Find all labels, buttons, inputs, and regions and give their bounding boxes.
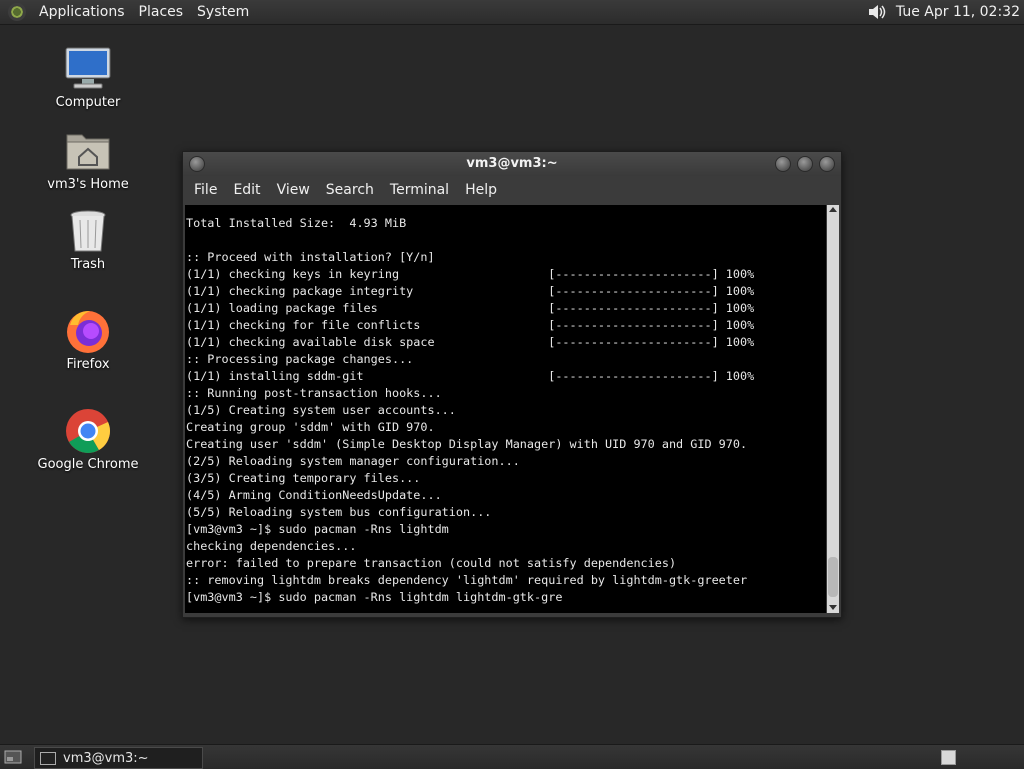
desktop-icon-label: Google Chrome	[37, 457, 139, 472]
desktop-icon-chrome[interactable]: Google Chrome	[33, 407, 143, 472]
chrome-icon	[64, 407, 112, 455]
firefox-icon	[64, 307, 112, 355]
trash-icon	[64, 207, 112, 255]
volume-icon[interactable]	[866, 2, 888, 22]
taskbar-item-terminal[interactable]: vm3@vm3:~	[34, 747, 203, 769]
desktop-icon-home[interactable]: vm3's Home	[33, 127, 143, 192]
terminal-line: (1/5) Creating system user accounts...	[186, 403, 456, 417]
terminal-line: :: Processing package changes...	[186, 352, 414, 366]
terminal-window: vm3@vm3:~ File Edit View Search Terminal…	[182, 151, 842, 618]
terminal-line: Creating user 'sddm' (Simple Desktop Dis…	[186, 437, 748, 451]
terminal-line: (1/1) checking for file conflicts [-----…	[186, 318, 755, 332]
desktop-icon-label: Firefox	[66, 357, 110, 372]
terminal-line: :: Running post-transaction hooks...	[186, 386, 442, 400]
window-menubar: File Edit View Search Terminal Help	[183, 176, 841, 204]
menu-file[interactable]: File	[186, 182, 225, 198]
clock[interactable]: Tue Apr 11, 02:32	[896, 4, 1020, 20]
minimize-button[interactable]	[775, 156, 791, 172]
scroll-down-arrow-icon[interactable]	[829, 605, 837, 610]
terminal-line: (2/5) Reloading system manager configura…	[186, 454, 520, 468]
scrollbar-thumb[interactable]	[828, 557, 838, 597]
desktop-icon-label: vm3's Home	[47, 177, 129, 192]
menu-terminal[interactable]: Terminal	[382, 182, 457, 198]
panel-tray: Tue Apr 11, 02:32	[866, 0, 1020, 24]
terminal-line: error: failed to prepare transaction (co…	[186, 556, 677, 570]
menu-search[interactable]: Search	[318, 182, 382, 198]
terminal-line: (1/1) checking available disk space [---…	[186, 335, 755, 349]
menu-help[interactable]: Help	[457, 182, 505, 198]
terminal-line: (4/5) Arming ConditionNeedsUpdate...	[186, 488, 442, 502]
menu-view[interactable]: View	[269, 182, 318, 198]
terminal-line: Total Installed Size: 4.93 MiB	[186, 216, 407, 230]
terminal-line: (1/1) installing sddm-git [-------------…	[186, 369, 755, 383]
terminal-line: (5/5) Reloading system bus configuration…	[186, 505, 492, 519]
window-titlebar[interactable]: vm3@vm3:~	[183, 152, 841, 176]
menu-system[interactable]: System	[190, 4, 256, 20]
home-folder-icon	[64, 127, 112, 175]
show-desktop-icon[interactable]	[4, 749, 22, 765]
menu-edit[interactable]: Edit	[225, 182, 268, 198]
terminal-line: (1/1) checking keys in keyring [--------…	[186, 267, 755, 281]
workspace-switcher[interactable]	[941, 750, 956, 765]
top-panel: Applications Places System Tue Apr 11, 0…	[0, 0, 1024, 25]
desktop-icon-firefox[interactable]: Firefox	[33, 307, 143, 372]
window-title: vm3@vm3:~	[466, 156, 558, 171]
terminal-line: [vm3@vm3 ~]$ sudo pacman -Rns lightdm	[186, 522, 449, 536]
terminal-line: :: Proceed with installation? [Y/n]	[186, 250, 435, 264]
terminal-line: (1/1) loading package files [-----------…	[186, 301, 755, 315]
terminal-icon	[40, 751, 56, 765]
bottom-panel: vm3@vm3:~	[0, 744, 1024, 769]
computer-icon	[64, 45, 112, 93]
desktop-icon-label: Computer	[55, 95, 121, 110]
distro-logo-icon[interactable]	[8, 3, 26, 21]
desktop-icon-computer[interactable]: Computer	[33, 45, 143, 110]
scrollbar[interactable]	[827, 205, 839, 613]
scroll-up-arrow-icon[interactable]	[829, 207, 837, 212]
terminal-line: [vm3@vm3 ~]$ sudo pacman -Rns lightdm li…	[186, 590, 563, 604]
terminal-line: :: removing lightdm breaks dependency 'l…	[186, 573, 748, 587]
terminal-line: (1/1) checking package integrity [------…	[186, 284, 755, 298]
terminal-output[interactable]: Total Installed Size: 4.93 MiB :: Procee…	[185, 205, 826, 613]
menu-places[interactable]: Places	[132, 4, 191, 20]
terminal-line: checking dependencies...	[186, 539, 357, 553]
terminal-line: (3/5) Creating temporary files...	[186, 471, 421, 485]
maximize-button[interactable]	[797, 156, 813, 172]
menu-applications[interactable]: Applications	[32, 4, 132, 20]
taskbar-item-label: vm3@vm3:~	[63, 750, 149, 766]
terminal-line: Creating group 'sddm' with GID 970.	[186, 420, 435, 434]
desktop-icon-label: Trash	[70, 257, 106, 272]
close-button[interactable]	[819, 156, 835, 172]
desktop-icon-trash[interactable]: Trash	[33, 207, 143, 272]
